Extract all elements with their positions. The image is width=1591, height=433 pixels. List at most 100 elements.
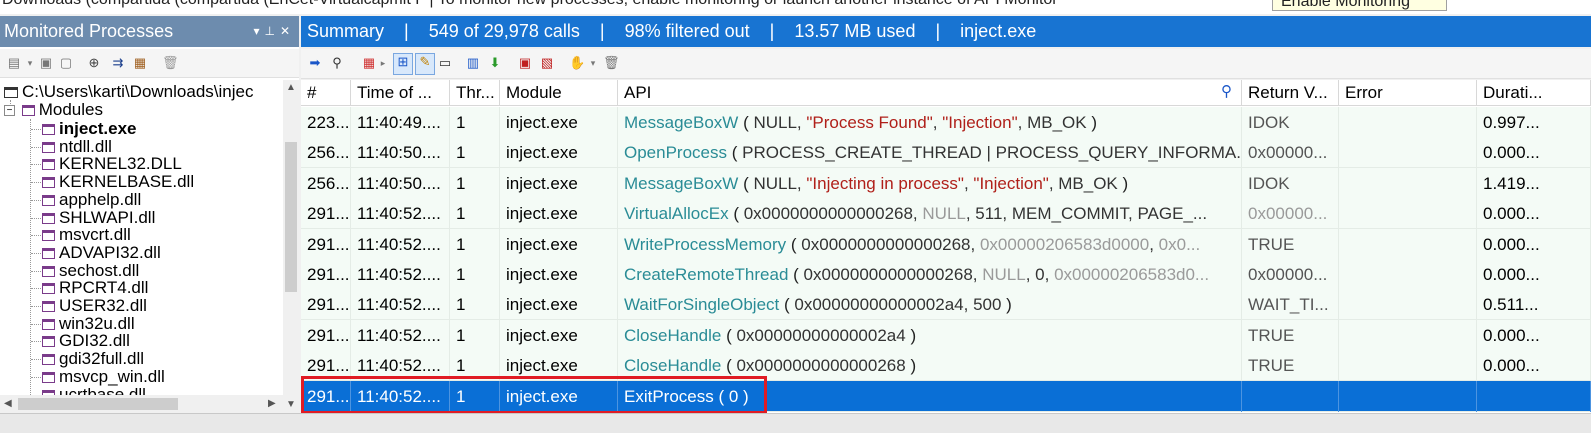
properties-icon[interactable]: ▦ [132,55,148,71]
module-name: GDI32.dll [59,331,130,351]
summary-label: Summary [307,21,385,41]
tree-module-item[interactable]: SHLWAPI.dll [42,207,156,227]
tree-module-item[interactable]: gdi32full.dll [42,350,144,368]
module-name: KERNEL32.DLL [59,154,182,174]
monitored-processes-panel: Monitored Processes ▾⊥✕ ▤ ▾ ▣ ▢ ⊕ ⇉ ▦ 🗑 … [0,16,299,413]
clear-filter-icon[interactable]: ▧ [539,55,555,71]
table-row[interactable]: 291... 11:40:52.... 1 inject.exe WriteProces… [301,228,1591,260]
table-row[interactable]: 291... 11:40:52.... 1 inject.exe CreateRemot… [301,259,1591,290]
tree-module-item[interactable]: USER32.dll [42,297,147,315]
columns-icon[interactable]: ▥ [465,55,481,71]
column-header[interactable]: # [301,80,351,106]
tree-module-item[interactable]: inject.exe [42,120,137,138]
tree-module-item[interactable]: RPCRT4.dll [42,279,148,297]
tree-module-item[interactable]: GDI32.dll [42,332,130,350]
cell-module: inject.exe [500,107,618,138]
api-arg: 0x00000000000002a4 [731,325,911,345]
api-arg: "Injecting in process" [806,173,964,193]
dropdown-arrow-icon[interactable]: ▾ [22,55,38,71]
scroll-thumb-horizontal[interactable] [18,398,178,410]
column-search-icon[interactable]: ⚲ [1221,82,1232,100]
cell-num: 291... [301,350,351,382]
column-header[interactable]: API [618,80,1242,106]
api-filter-icon[interactable]: ▣ [517,55,533,71]
cell-api: ExitProcess ( 0 ) [618,380,1242,412]
table-row[interactable]: 291... 11:40:52.... 1 inject.exe VirtualAllo… [301,198,1591,230]
collapse-icon[interactable]: − [4,105,15,117]
cell-thread: 1 [450,350,500,382]
enable-monitoring-button[interactable]: Enable Monitoring [1272,0,1447,11]
scroll-thumb[interactable] [285,142,297,292]
tree-module-item[interactable]: ntdll.dll [42,137,112,156]
tree-view-icon[interactable]: ⊞ [393,53,413,75]
trash-icon[interactable]: 🗑 [162,55,179,71]
tree-module-item[interactable]: msvcrt.dll [42,226,131,244]
tree-module-item[interactable]: apphelp.dll [42,190,141,209]
column-header[interactable]: Thr... [450,80,500,106]
dropdown-icon[interactable]: ▾ [253,24,264,38]
api-arg: "Process Found" [806,113,933,132]
module-name: KERNELBASE.dll [59,172,195,192]
module-name: ADVAPI32.dll [59,242,161,262]
api-arg: NULL, [748,113,807,132]
goto-icon[interactable]: ➡ [307,55,323,71]
column-header[interactable]: Module [500,80,618,106]
new-icon[interactable]: ▤ [6,55,22,71]
window-alt-icon[interactable]: ▢ [58,55,74,71]
tree-module-item[interactable]: ucrtbase.dll [42,385,146,395]
target-icon[interactable]: ⊕ [86,55,102,71]
tree-module-item[interactable]: KERNEL32.DLL [42,155,182,173]
params-icon[interactable]: ▭ [437,55,453,71]
module-name: SHLWAPI.dll [59,207,156,227]
cell-num: 291... [301,289,351,321]
scroll-left-icon[interactable]: ◀ [4,398,12,409]
cell-error [1339,319,1477,351]
highlight-icon[interactable]: ✎ [415,53,435,75]
module-icon [42,247,55,259]
hand-icon[interactable]: ✋ [569,55,585,71]
table-row[interactable]: 256... 11:40:50.... 1 inject.exe MessageBoxW… [301,167,1591,199]
memory-used: 13.57 MB used [794,21,916,41]
cell-api: CloseHandle ( 0x0000000000000268 ) [618,350,1242,382]
table-row[interactable]: 291... 11:40:52.... 1 inject.exe ExitProcess… [301,380,1591,412]
tree-module-item[interactable]: KERNELBASE.dll [42,173,194,191]
cell-duration: 0.000... [1477,319,1591,351]
find-icon[interactable]: ⚲ [329,55,345,71]
tree-horizontal-scrollbar[interactable]: ◀ ▶ [0,395,283,413]
column-header[interactable]: Durati... [1477,80,1591,106]
table-row[interactable]: 291... 11:40:52.... 1 inject.exe CloseHandle… [301,319,1591,351]
tree-module-item[interactable]: msvcp_win.dll [42,367,165,386]
cell-time: 11:40:52.... [351,319,450,351]
color-dropdown-icon[interactable]: ▸ [375,55,391,71]
scroll-right-icon[interactable]: ▶ [268,398,276,409]
api-name: OpenProcess [624,143,727,163]
table-row[interactable]: 256... 11:40:50.... 1 inject.exe OpenProcess… [301,137,1591,169]
column-header[interactable]: Error [1339,80,1477,106]
cell-ret: WAIT_TI... [1242,289,1339,321]
api-arg: , [963,173,974,193]
tree-modules-node[interactable]: − Modules [4,101,103,119]
scroll-down-icon[interactable]: ▼ [286,399,296,410]
module-icon [42,336,55,348]
table-row[interactable]: 291... 11:40:52.... 1 inject.exe WaitForSing… [301,289,1591,321]
column-header[interactable]: Return V... [1242,80,1339,106]
scroll-up-icon[interactable]: ▲ [286,82,296,93]
window-icon[interactable]: ▣ [38,55,54,71]
pin-icon[interactable]: ⊥ [264,24,279,38]
tree-module-item[interactable]: ADVAPI32.dll [42,242,161,262]
cell-module: inject.exe [500,137,618,169]
export-icon[interactable]: ⬇ [487,55,503,71]
delete-icon[interactable]: 🗑 [603,55,620,71]
hand-dropdown-icon[interactable]: ▾ [585,55,601,71]
cell-thread: 1 [450,137,500,169]
table-row[interactable]: 291... 11:40:52.... 1 inject.exe CloseHandle… [301,350,1591,382]
attach-icon[interactable]: ⇉ [110,55,126,71]
tree-module-item[interactable]: win32u.dll [42,314,135,333]
column-header[interactable]: Time of ... [351,80,450,106]
close-icon[interactable]: ✕ [280,24,295,38]
tree-module-item[interactable]: sechost.dll [42,261,139,280]
api-arg: 0x00000206583d0000 [979,234,1150,254]
table-row[interactable]: 223... 11:40:49.... 1 inject.exe MessageBoxW… [301,107,1591,138]
tree-root[interactable]: C:\Users\karti\Downloads\injec [4,83,253,101]
tree-vertical-scrollbar[interactable]: ▲ ▼ [283,80,299,413]
